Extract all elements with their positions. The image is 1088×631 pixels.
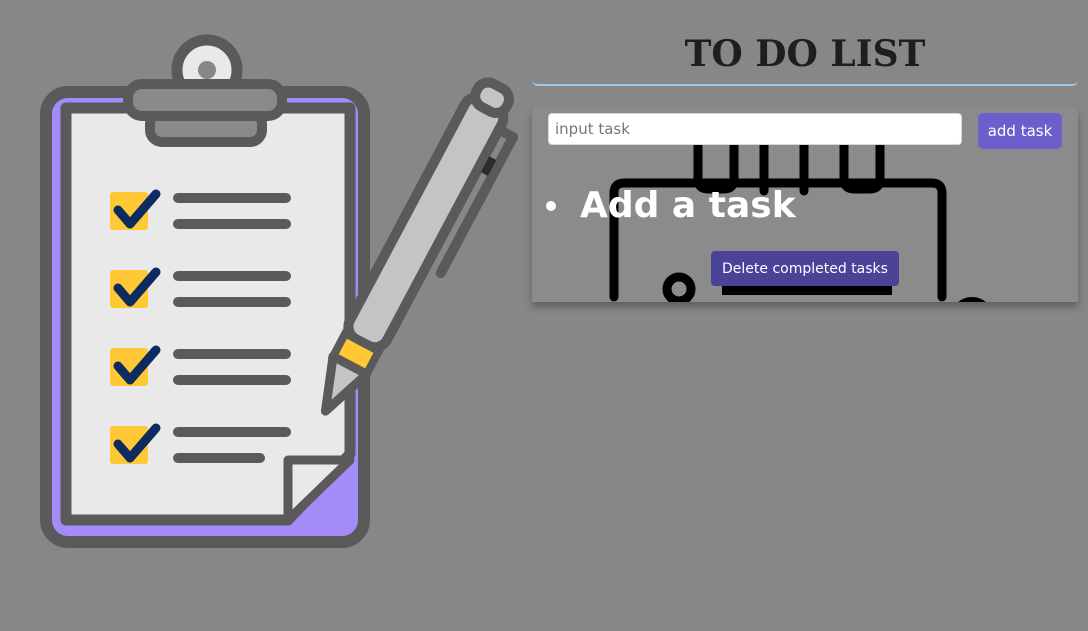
task-label: Add a task bbox=[580, 185, 796, 226]
clipboard-checklist-illustration bbox=[20, 20, 520, 565]
todo-app: TO DO LIST add task Add a task Delete co… bbox=[532, 28, 1078, 302]
task-item[interactable]: Add a task bbox=[546, 181, 796, 231]
bullet-icon bbox=[546, 201, 556, 211]
delete-completed-button[interactable]: Delete completed tasks bbox=[711, 251, 899, 286]
page-title: TO DO LIST bbox=[532, 28, 1078, 86]
task-panel: add task Add a task Delete completed tas… bbox=[532, 107, 1078, 302]
task-input[interactable] bbox=[548, 113, 962, 145]
add-task-button[interactable]: add task bbox=[978, 113, 1062, 149]
clipboard-icon bbox=[40, 34, 519, 548]
task-list: Add a task bbox=[546, 181, 796, 231]
